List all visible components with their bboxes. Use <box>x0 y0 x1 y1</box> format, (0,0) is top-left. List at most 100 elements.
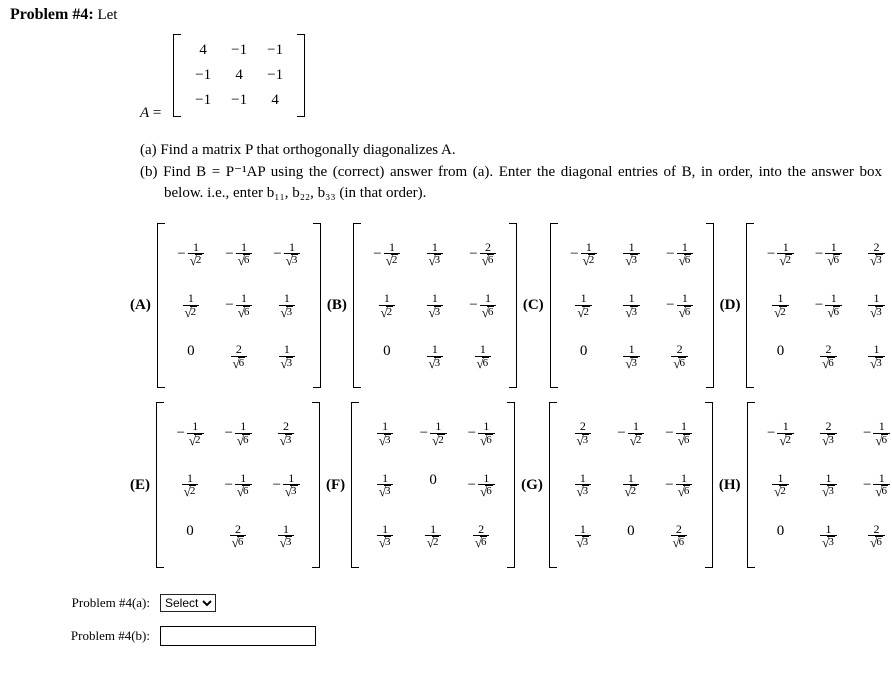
choice-matrix-cell: 0 <box>167 331 215 382</box>
choice-matrix-cell: 1√2 <box>167 280 215 331</box>
choices-row: (A)−1√2−1√6−1√31√2−1√61√302√61√3(B)−1√21… <box>130 223 882 389</box>
choice-matrix-cell: 1√3 <box>852 280 892 331</box>
choice-matrix-cell: 1√2 <box>363 280 411 331</box>
choice-matrix-cell: 2√3 <box>262 408 310 459</box>
choice-matrix-cell: 1√3 <box>608 229 656 280</box>
part-b-text: (b) Find B = P⁻¹AP using the (correct) a… <box>140 162 882 203</box>
problem-parts: (a) Find a matrix P that orthogonally di… <box>140 140 882 203</box>
choice-matrix-cell: 1√3 <box>559 460 607 511</box>
matrix-A-cell: 4 <box>257 88 293 113</box>
choice-matrix-cell: 1√3 <box>559 511 607 562</box>
choice-matrix-cell: −2√6 <box>459 229 507 280</box>
choice-matrix: 1√3−1√2−1√61√30−1√61√31√22√6 <box>351 402 515 568</box>
answer-label-b: Problem #4(b): <box>50 628 160 644</box>
choice-label: (G) <box>521 477 543 494</box>
choice-matrix-cell: 2√6 <box>655 511 703 562</box>
choice-matrix-cell: 1√3 <box>262 511 310 562</box>
choice-matrix-cell: 2√3 <box>559 408 607 459</box>
matrix-A-cell: −1 <box>257 63 293 88</box>
choice-matrix-cell: 1√3 <box>263 280 311 331</box>
answer-select-a[interactable]: Select <box>160 594 216 612</box>
choice-matrix-cell: 1√2 <box>166 460 214 511</box>
choice-matrix-cell: 1√3 <box>852 331 892 382</box>
choice-matrix-cell: −1√6 <box>215 229 263 280</box>
matrix-A-cell: −1 <box>185 63 221 88</box>
matrix-A-cell: −1 <box>221 88 257 113</box>
choice-matrix-cell: 2√6 <box>853 511 892 562</box>
matrix-A-symbol: A <box>140 105 149 121</box>
problem-number: Problem #4: <box>10 6 94 23</box>
choice-matrix-cell: −1√6 <box>655 460 703 511</box>
choice-matrix-cell: −1√6 <box>214 460 262 511</box>
choice-matrix: −1√2−1√6−1√31√2−1√61√302√61√3 <box>157 223 321 389</box>
choice-matrix: −1√2−1√62√3 1√2−1√6−1√3 02√61√3 <box>156 402 320 568</box>
choice-matrix-cell: 2√3 <box>852 229 892 280</box>
choice-matrix-cell: −1√6 <box>214 408 262 459</box>
choice-matrix-cell: −1√3 <box>263 229 311 280</box>
choice-matrix-cell: −1√2 <box>560 229 608 280</box>
matrix-A-cell: −1 <box>257 38 293 63</box>
choice-matrix-cell: −1√6 <box>853 460 892 511</box>
answer-section: Problem #4(a): Select Problem #4(b): <box>50 594 882 646</box>
choice-matrix-cell: 0 <box>409 460 457 511</box>
choices-container: (A)−1√2−1√6−1√31√2−1√61√302√61√3(B)−1√21… <box>130 223 882 568</box>
answer-input-b[interactable] <box>160 626 316 646</box>
choice-matrix-cell: 2√6 <box>804 331 852 382</box>
choice-matrix-cell: 0 <box>607 511 655 562</box>
choice-matrix-cell: −1√6 <box>656 280 704 331</box>
choice-matrix-cell: −1√6 <box>459 280 507 331</box>
choice-matrix-cell: 0 <box>166 511 214 562</box>
matrix-A-cell: −1 <box>221 38 257 63</box>
choice-matrix-cell: 1√3 <box>608 280 656 331</box>
choice-matrix-cell: −1√6 <box>457 408 505 459</box>
choice-matrix-cell: 0 <box>363 331 411 382</box>
choices-row: (E)−1√2−1√62√31√2−1√6−1√302√61√3(F)1√3−1… <box>130 402 882 568</box>
choice-label: (D) <box>720 297 741 314</box>
choice-matrix-cell: 1√2 <box>756 280 804 331</box>
matrix-A-cell: −1 <box>185 88 221 113</box>
choice-label: (A) <box>130 297 151 314</box>
choice-matrix-cell: 1√3 <box>361 408 409 459</box>
choice-matrix-cell: 2√6 <box>214 511 262 562</box>
choice-matrix-cell: 1√3 <box>361 460 409 511</box>
choice-matrix-cell: 1√3 <box>805 460 853 511</box>
problem-let: Let <box>94 7 118 23</box>
choice-matrix-cell: 1√3 <box>411 331 459 382</box>
matrix-A-cell: 4 <box>221 63 257 88</box>
answer-row-a: Problem #4(a): Select <box>50 594 882 612</box>
choice-matrix-cell: −1√6 <box>804 229 852 280</box>
matrix-A: 4−1−1−14−1−1−14 <box>173 34 305 117</box>
choice-matrix-cell: 1√2 <box>409 511 457 562</box>
choice-matrix-cell: 2√3 <box>805 408 853 459</box>
choice-matrix-cell: −1√2 <box>363 229 411 280</box>
problem-heading: Problem #4: Let <box>10 6 882 24</box>
choice-matrix-cell: 1√3 <box>361 511 409 562</box>
choice-matrix: −1√22√3−1√61√21√3−1√601√32√6 <box>747 402 892 568</box>
choice-matrix-cell: −1√6 <box>215 280 263 331</box>
choice-matrix-cell: 1√2 <box>757 460 805 511</box>
choice-matrix: −1√2−1√62√31√2−1√61√302√61√3 <box>746 223 892 389</box>
choice-matrix-cell: −1√2 <box>167 229 215 280</box>
matrix-A-definition: A = 4−1−1−14−1−1−14 <box>140 34 882 122</box>
choice-matrix-cell: 1√2 <box>607 460 655 511</box>
choice-label: (E) <box>130 477 150 494</box>
choice-matrix-cell: −1√6 <box>457 460 505 511</box>
choice-label: (C) <box>523 297 544 314</box>
choice-matrix-cell: −1√3 <box>262 460 310 511</box>
choice-matrix-cell: −1√6 <box>853 408 892 459</box>
answer-row-b: Problem #4(b): <box>50 626 882 646</box>
choice-matrix-cell: 1√3 <box>263 331 311 382</box>
choice-matrix-cell: 0 <box>757 511 805 562</box>
choice-matrix: −1√21√3−2√61√21√3−1√601√31√6 <box>353 223 517 389</box>
equals-sign: = <box>149 105 161 121</box>
choice-label: (H) <box>719 477 741 494</box>
choice-matrix-cell: −1√2 <box>166 408 214 459</box>
matrix-A-cell: 4 <box>185 38 221 63</box>
choice-matrix-cell: −1√2 <box>756 229 804 280</box>
choice-matrix-cell: 2√6 <box>457 511 505 562</box>
choice-matrix-cell: −1√2 <box>757 408 805 459</box>
choice-matrix-cell: 0 <box>560 331 608 382</box>
choice-matrix-cell: 2√6 <box>656 331 704 382</box>
choice-matrix-cell: −1√6 <box>656 229 704 280</box>
choice-matrix-cell: 1√3 <box>411 280 459 331</box>
